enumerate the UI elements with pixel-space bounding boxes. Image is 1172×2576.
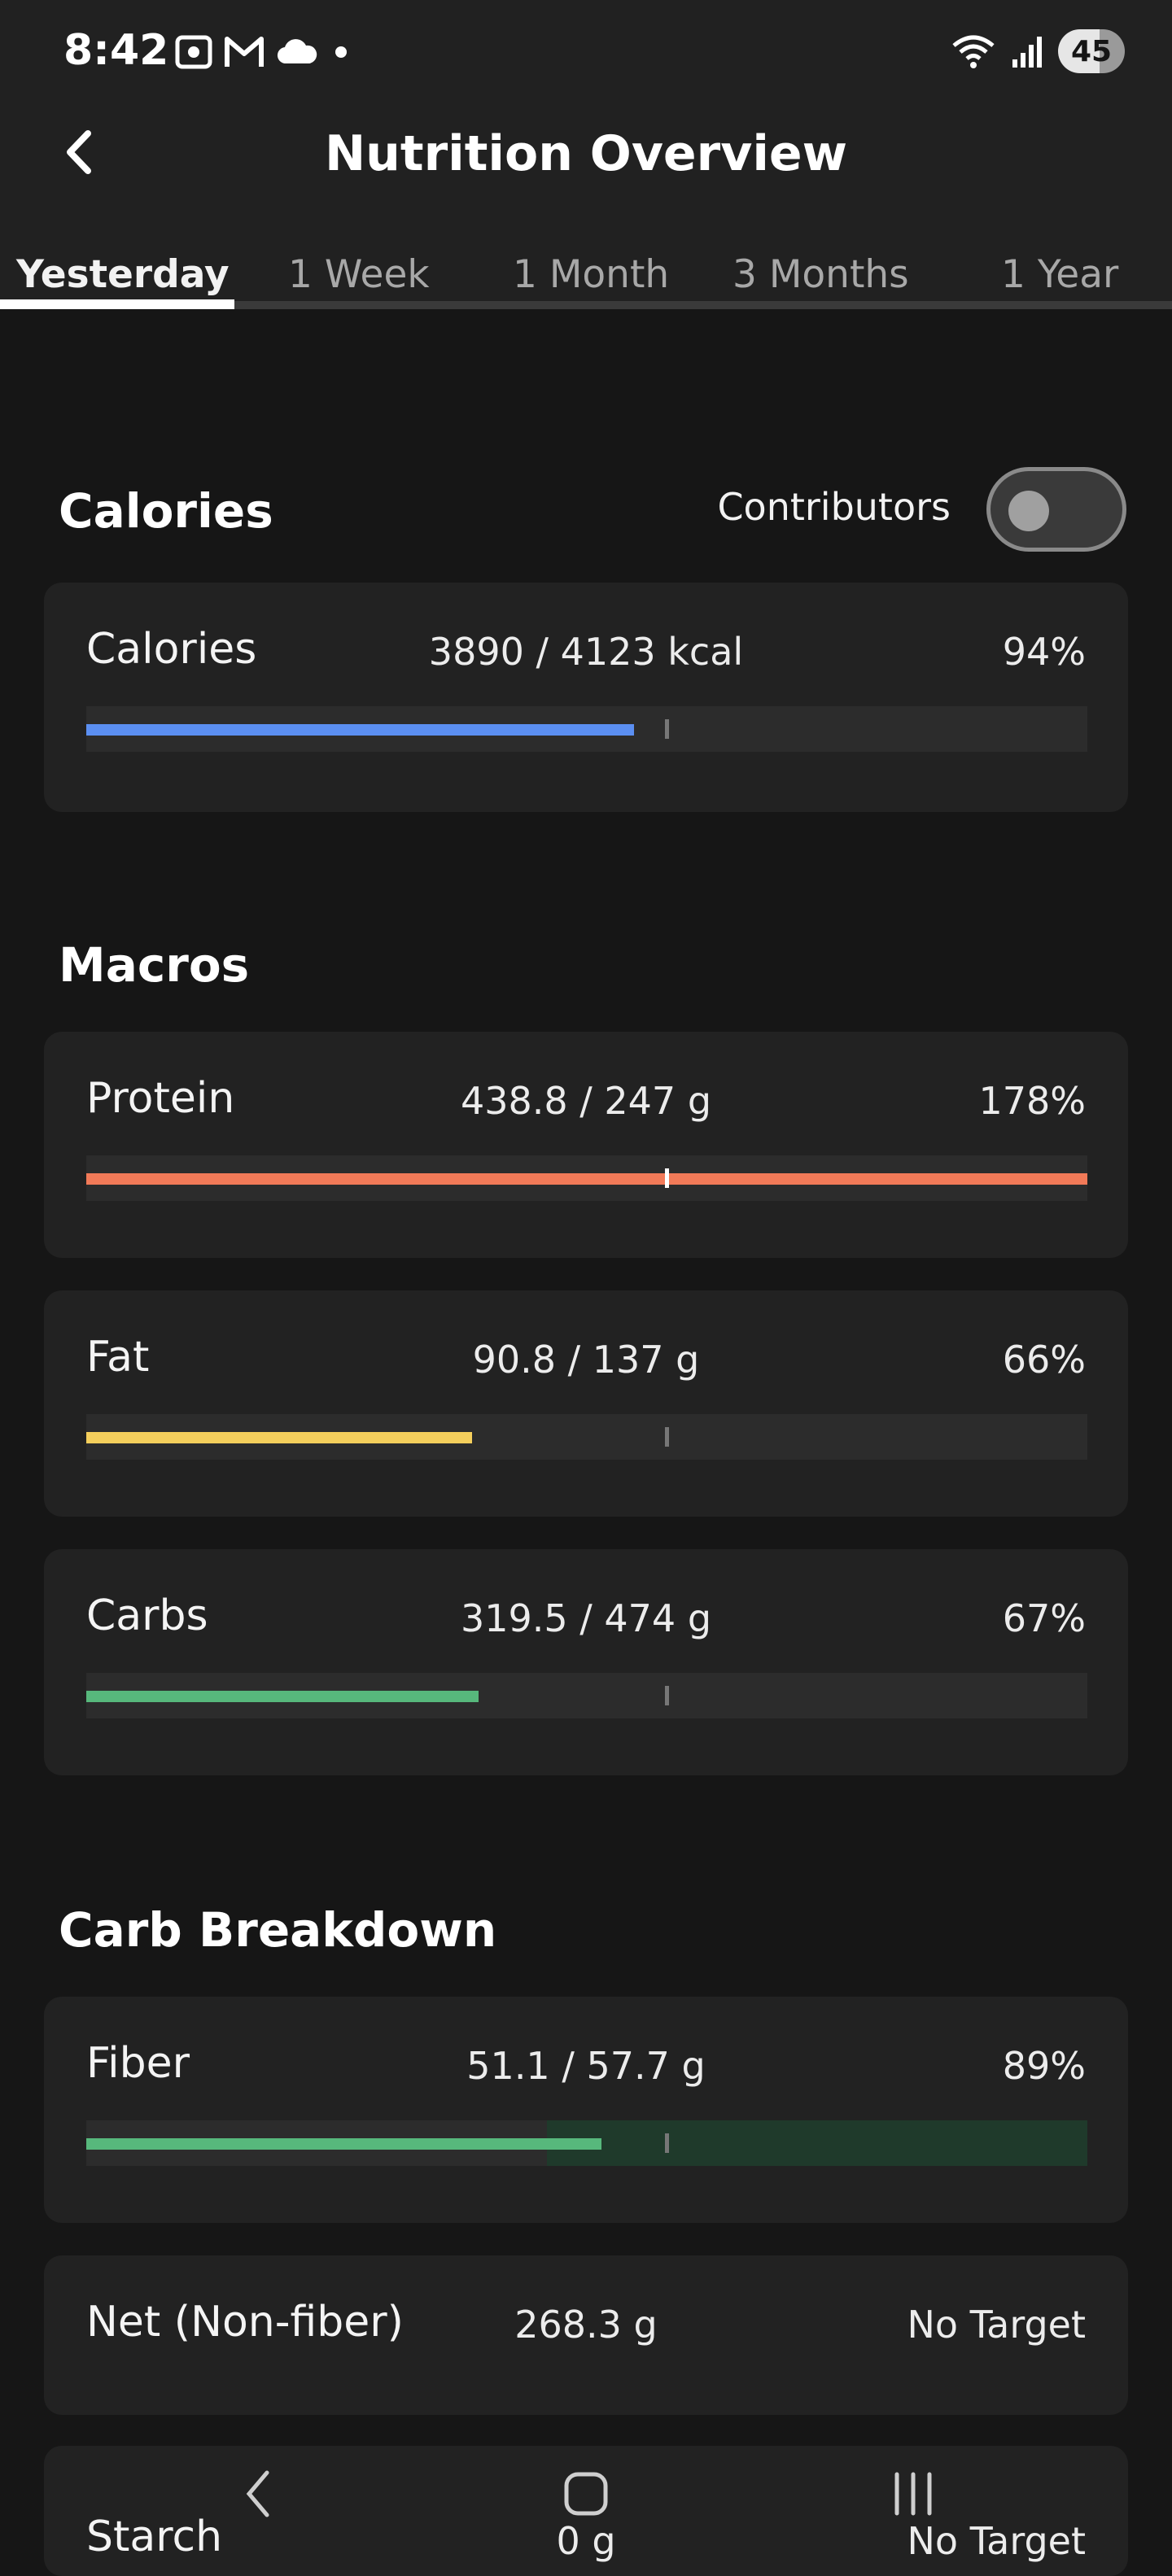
system-nav-bar: [0, 2449, 1172, 2539]
nutrient-value: 438.8 / 247 g: [460, 1079, 712, 1123]
wifi-icon: [951, 33, 996, 70]
nutrient-percent: 178%: [978, 1079, 1086, 1123]
status-time: 8:42: [63, 26, 169, 75]
target-range-highlight: [546, 2120, 1087, 2166]
page-title: Nutrition Overview: [324, 125, 848, 182]
status-icons-right: 45: [951, 29, 1125, 73]
nutrient-percent: 94%: [1002, 630, 1086, 674]
nutrient-card-fiber[interactable]: Fiber 51.1 / 57.7 g 89%: [44, 1997, 1128, 2223]
tab-1-year[interactable]: 1 Year: [1001, 252, 1118, 297]
nutrient-percent: 89%: [1002, 2044, 1086, 2088]
nutrient-percent: 66%: [1002, 1338, 1086, 1382]
progress-fill: [86, 2138, 602, 2150]
nutrient-card-protein[interactable]: Protein 438.8 / 247 g 178%: [44, 1032, 1128, 1258]
target-marker: [665, 2133, 670, 2153]
progress-fill: [86, 1173, 1087, 1185]
tab-indicator: [0, 299, 234, 309]
target-marker: [665, 1427, 670, 1447]
section-title-calories: Calories: [59, 483, 273, 539]
app-header: Nutrition Overview Yesterday 1 Week 1 Mo…: [0, 106, 1172, 309]
section-title-carb-breakdown: Carb Breakdown: [59, 1902, 497, 1958]
battery-indicator: 45: [1058, 29, 1125, 73]
nav-recents-button[interactable]: [864, 2449, 962, 2539]
progress-bar: [86, 1414, 1087, 1460]
notification-dot-icon: [329, 44, 353, 60]
nav-home-button[interactable]: [537, 2449, 635, 2539]
progress-fill: [86, 1691, 479, 1702]
nav-back-button[interactable]: [210, 2449, 308, 2539]
tab-yesterday[interactable]: Yesterday: [16, 252, 230, 297]
nutrient-value: 51.1 / 57.7 g: [466, 2044, 706, 2088]
contributors-toggle[interactable]: [986, 467, 1126, 552]
screenshot-icon: [174, 34, 213, 70]
signal-icon: [1011, 33, 1043, 69]
section-title-macros: Macros: [59, 937, 250, 993]
progress-bar: [86, 2120, 1087, 2166]
progress-bar: [86, 1673, 1087, 1718]
tab-1-month[interactable]: 1 Month: [513, 252, 669, 297]
nutrient-value: 90.8 / 137 g: [472, 1338, 700, 1382]
progress-fill: [86, 1432, 472, 1443]
nutrient-target-status: No Target: [907, 2303, 1087, 2347]
nutrient-card-fat[interactable]: Fat 90.8 / 137 g 66%: [44, 1290, 1128, 1517]
nav-back-icon: [246, 2470, 269, 2517]
status-bar: 8:42 45: [0, 0, 1172, 106]
nutrient-card-carbs[interactable]: Carbs 319.5 / 474 g 67%: [44, 1549, 1128, 1775]
tab-3-months[interactable]: 3 Months: [732, 252, 909, 297]
tab-1-week[interactable]: 1 Week: [288, 252, 430, 297]
period-tabs: Yesterday 1 Week 1 Month 3 Months 1 Year: [0, 252, 1172, 309]
progress-bar: [86, 1155, 1087, 1201]
nutrient-value: 319.5 / 474 g: [460, 1596, 712, 1640]
contributors-label: Contributors: [717, 485, 951, 529]
progress-bar: [86, 706, 1087, 752]
nutrient-card-calories[interactable]: Calories 3890 / 4123 kcal 94%: [44, 583, 1128, 812]
target-marker: [665, 1686, 670, 1705]
nutrient-card-net-non-fiber[interactable]: Net (Non-fiber) 268.3 g No Target: [44, 2255, 1128, 2415]
gmail-icon: [223, 34, 265, 70]
nav-home-icon: [564, 2472, 608, 2516]
target-marker: [665, 1168, 670, 1188]
target-marker: [665, 719, 670, 739]
cloud-icon: [275, 36, 319, 68]
progress-fill: [86, 724, 634, 736]
status-icons-left: [174, 34, 353, 70]
nav-recents-icon: [894, 2472, 932, 2516]
nutrient-percent: 67%: [1002, 1596, 1086, 1640]
nutrient-value: 3890 / 4123 kcal: [428, 630, 744, 674]
toggle-knob: [1008, 491, 1049, 531]
